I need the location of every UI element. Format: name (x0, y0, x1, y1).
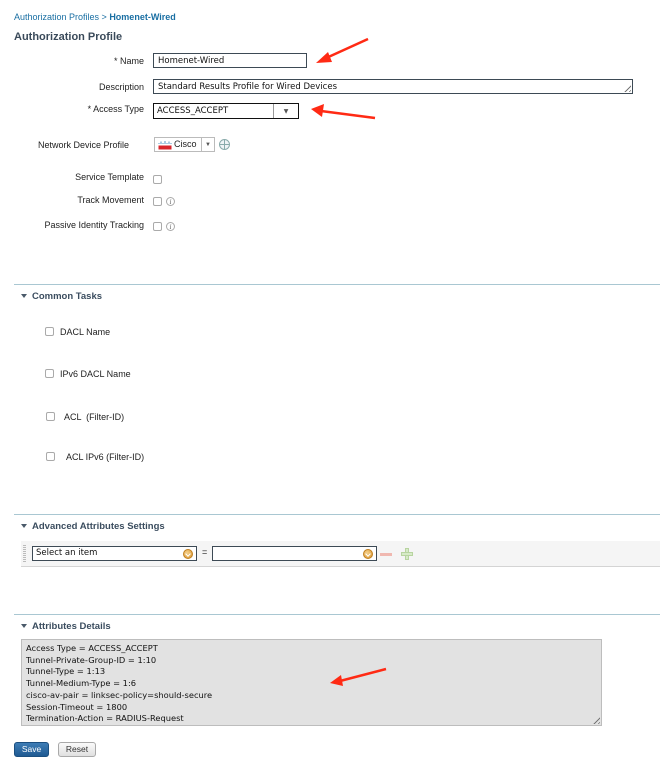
equals-operator: = (202, 547, 208, 557)
cisco-logo-icon (158, 141, 172, 150)
advanced-attribute-row: Select an item = (21, 541, 660, 567)
name-input[interactable]: Homenet-Wired (153, 53, 307, 68)
passive-identity-tracking-checkbox[interactable] (153, 222, 162, 231)
common-tasks-title: Common Tasks (32, 291, 103, 302)
ipv6-dacl-name-label: IPv6 DACL Name (60, 369, 131, 379)
track-movement-checkbox[interactable] (153, 197, 162, 206)
dropdown-icon[interactable] (363, 549, 373, 559)
add-row-icon[interactable] (401, 548, 413, 560)
info-icon[interactable]: i (166, 222, 175, 231)
description-value: Standard Results Profile for Wired Devic… (158, 82, 337, 92)
info-icon[interactable]: i (166, 197, 175, 206)
attribute-value-select[interactable] (212, 546, 377, 561)
dropdown-icon[interactable] (183, 549, 193, 559)
chevron-down-icon[interactable]: ▼ (273, 104, 298, 118)
annotation-arrow-icon (330, 667, 387, 686)
collapse-triangle-icon (21, 624, 27, 628)
breadcrumb-separator: > (99, 12, 110, 22)
track-movement-label: Track Movement (77, 195, 144, 205)
remove-row-icon[interactable] (380, 553, 392, 556)
page-title: Authorization Profile (14, 31, 123, 43)
acl-ipv6-filter-id-label: ACL IPv6 (Filter-ID) (66, 452, 145, 462)
acl-filter-id-checkbox[interactable] (46, 412, 55, 421)
attributes-details-header[interactable]: Attributes Details (21, 621, 111, 632)
acl-filter-id-label: ACL (Filter-ID) (64, 412, 125, 422)
globe-icon[interactable] (219, 139, 230, 150)
save-button[interactable]: Save (14, 742, 49, 757)
description-textarea[interactable]: Standard Results Profile for Wired Devic… (153, 79, 633, 94)
section-divider (14, 614, 660, 615)
annotation-arrow-icon (311, 104, 376, 120)
dacl-name-label: DACL Name (60, 327, 111, 337)
advanced-attributes-title: Advanced Attributes Settings (32, 521, 165, 532)
common-tasks-header[interactable]: Common Tasks (21, 291, 102, 302)
breadcrumb: Authorization Profiles > Homenet-Wired (14, 12, 176, 22)
attribute-line: Access Type = ACCESS_ACCEPT (26, 643, 158, 653)
network-device-profile-label: Network Device Profile (38, 140, 130, 150)
access-type-value: ACCESS_ACCEPT (157, 106, 229, 116)
breadcrumb-current: Homenet-Wired (109, 12, 176, 22)
attribute-line: Tunnel-Private-Group-ID = 1:10 (26, 654, 157, 665)
collapse-triangle-icon (21, 294, 27, 298)
service-template-checkbox[interactable] (153, 175, 162, 184)
section-divider (14, 514, 660, 515)
access-type-label: * Access Type (87, 104, 144, 114)
attribute-line: Tunnel-Type = 1:13 (26, 666, 106, 677)
network-device-profile-value: Cisco (174, 139, 197, 149)
dacl-name-checkbox[interactable] (45, 327, 54, 336)
annotation-arrow-icon (316, 37, 369, 63)
attributes-details-textarea[interactable]: Access Type = ACCESS_ACCEPT Tunnel-Priva… (21, 639, 602, 726)
reset-button[interactable]: Reset (58, 742, 96, 757)
name-label: * Name (113, 56, 144, 66)
attributes-details-title: Attributes Details (32, 621, 111, 632)
acl-ipv6-filter-id-checkbox[interactable] (46, 452, 55, 461)
attribute-select-placeholder: Select an item (36, 548, 98, 558)
ipv6-dacl-name-checkbox[interactable] (45, 369, 54, 378)
attribute-line: cisco-av-pair = linksec-policy=should-se… (26, 689, 213, 700)
resize-grip-icon[interactable] (622, 83, 631, 92)
attribute-line: Session-Timeout = 1800 (26, 701, 128, 712)
passive-identity-tracking-label: Passive Identity Tracking (44, 220, 144, 230)
section-divider (14, 284, 660, 285)
drag-handle-icon[interactable] (23, 545, 26, 562)
description-label: Description (98, 82, 144, 92)
attribute-line: Termination-Action = RADIUS-Request (26, 713, 184, 724)
breadcrumb-authorization-profiles-link[interactable]: Authorization Profiles (14, 12, 99, 22)
service-template-label: Service Template (75, 172, 144, 182)
collapse-triangle-icon (21, 524, 27, 528)
network-device-profile-select[interactable]: Cisco ▼ (154, 137, 215, 152)
advanced-attributes-header[interactable]: Advanced Attributes Settings (21, 521, 165, 532)
attribute-select[interactable]: Select an item (32, 546, 197, 561)
chevron-down-icon[interactable]: ▼ (201, 138, 214, 151)
attribute-line: Tunnel-Medium-Type = 1:6 (26, 678, 137, 689)
access-type-select[interactable]: ACCESS_ACCEPT ▼ (153, 103, 299, 119)
